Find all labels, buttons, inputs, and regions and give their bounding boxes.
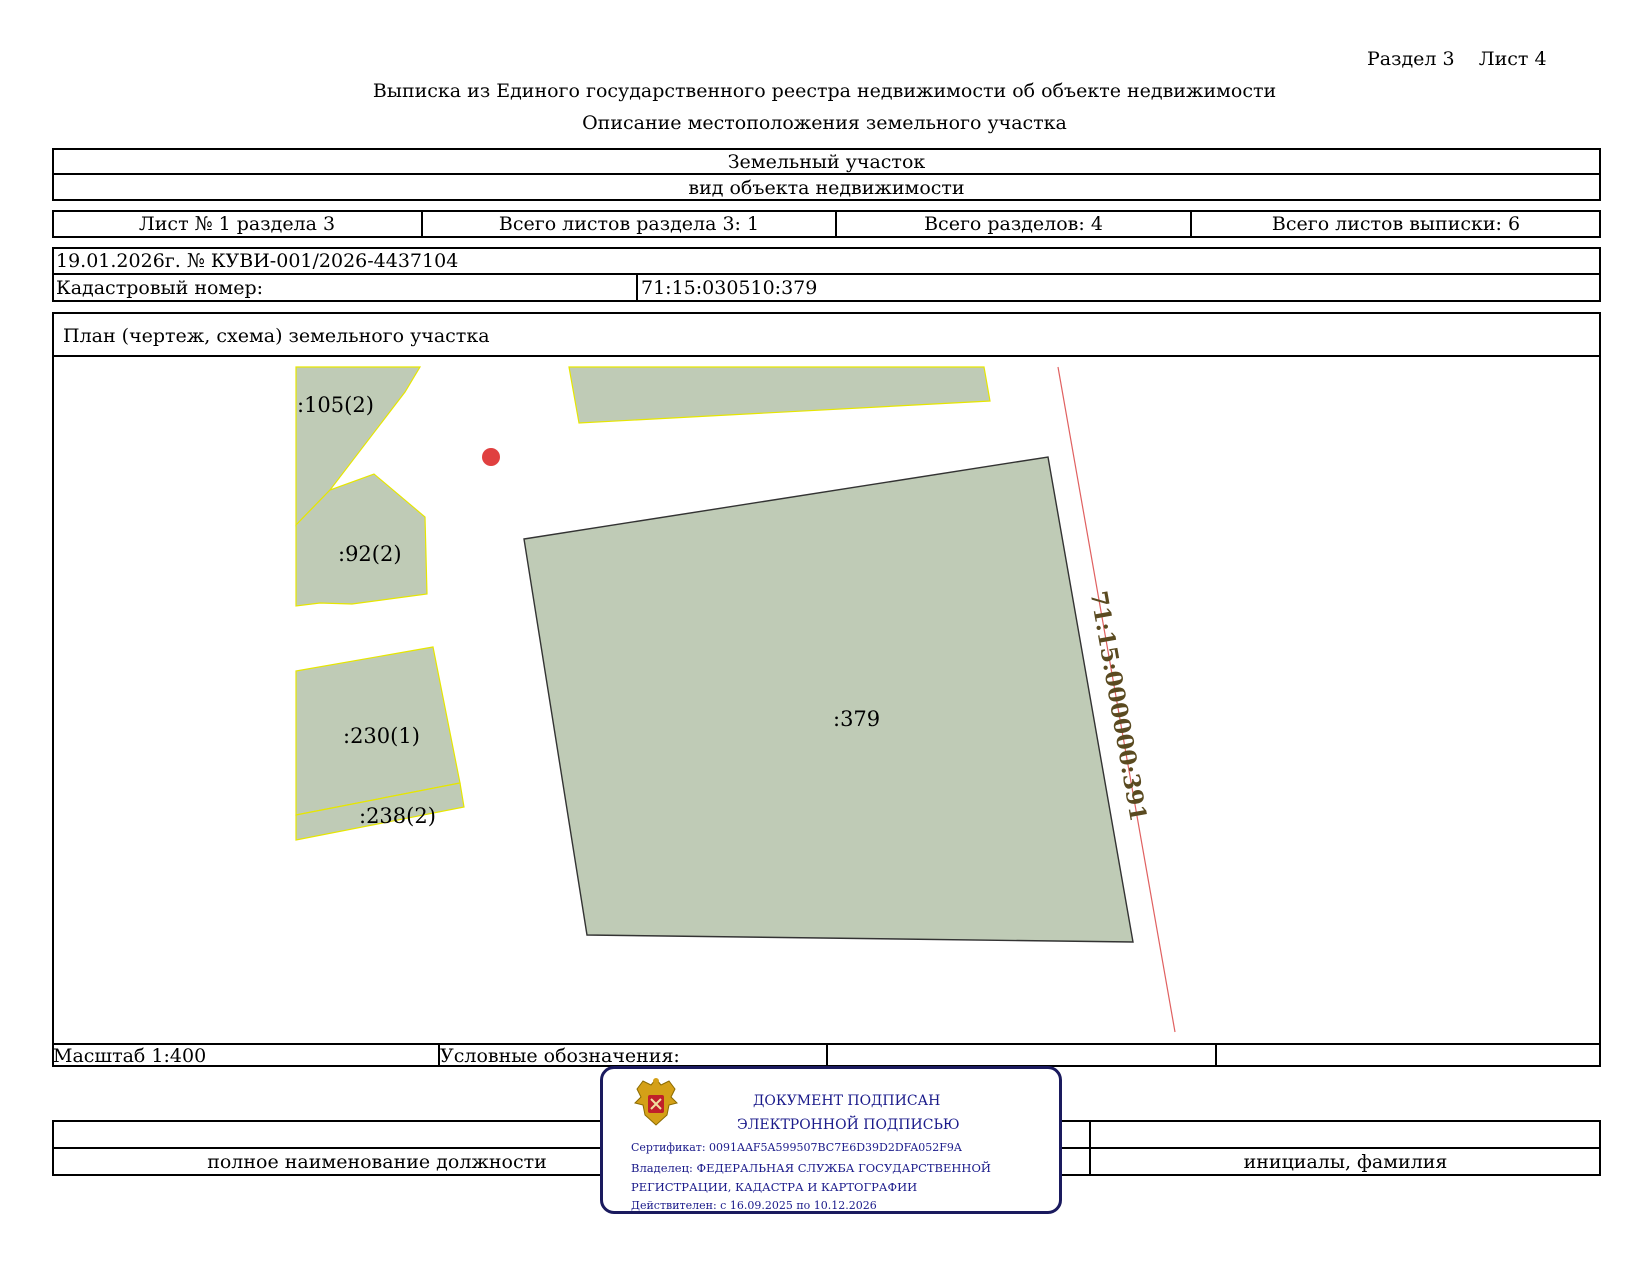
stamp-valid: Действителен: с 16.09.2025 по 10.12.2026 xyxy=(631,1199,877,1212)
parcel-label-230: :230(1) xyxy=(343,724,420,748)
stamp-certificate: Сертификат: 0091AAF5A599507BC7E6D39D2DFA… xyxy=(631,1141,962,1154)
coat-of-arms-icon xyxy=(634,1078,678,1126)
scale-label: Масштаб 1:400 xyxy=(53,1045,207,1067)
parcel-label-238: :238(2) xyxy=(359,804,436,828)
parcel-379 xyxy=(523,456,1134,943)
initials-caption: инициалы, фамилия xyxy=(1243,1151,1448,1173)
parcel-label-92: :92(2) xyxy=(338,542,402,566)
stamp-owner2: РЕГИСТРАЦИИ, КАДАСТРА И КАРТОГРАФИИ xyxy=(631,1180,918,1194)
parcel-top-strip xyxy=(568,366,991,424)
e-signature-stamp: ДОКУМЕНТ ПОДПИСАН ЭЛЕКТРОННОЙ ПОДПИСЬЮ С… xyxy=(600,1066,1062,1214)
stamp-line2: ЭЛЕКТРОННОЙ ПОДПИСЬЮ xyxy=(737,1117,960,1133)
parcel-label-105: :105(2) xyxy=(297,393,374,417)
stamp-owner1: Владелец: ФЕДЕРАЛЬНАЯ СЛУЖБА ГОСУДАРСТВЕ… xyxy=(631,1161,991,1175)
parcel-label-379: :379 xyxy=(833,707,881,731)
stamp-line1: ДОКУМЕНТ ПОДПИСАН xyxy=(753,1093,941,1109)
location-marker xyxy=(482,448,500,466)
legend-label: Условные обозначения: xyxy=(440,1045,680,1067)
